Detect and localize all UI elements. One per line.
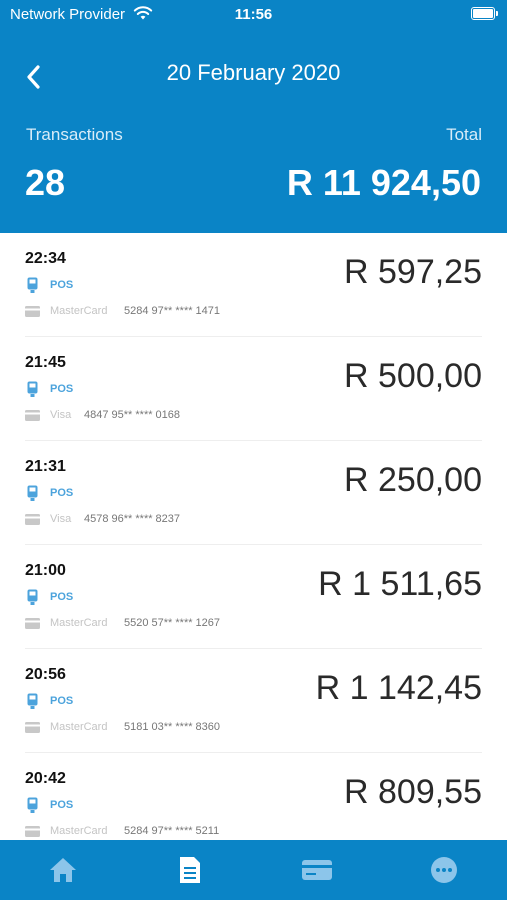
transaction-amount: R 1 142,45 (315, 669, 482, 707)
transaction-row[interactable]: 20:56 R 1 142,45 POS MasterCard 5181 03** **… (0, 649, 507, 753)
card-number: 5284 97** **** 1471 (124, 305, 221, 317)
status-clock: 11:56 (234, 6, 273, 23)
transaction-time: 20:42 (25, 770, 66, 787)
home-icon (50, 858, 76, 882)
total-label: Total (446, 125, 482, 144)
tab-cards[interactable] (254, 840, 380, 900)
transaction-amount: R 250,00 (344, 461, 482, 499)
pos-terminal-icon (27, 797, 38, 813)
transactions-label: Transactions (26, 125, 123, 144)
battery-icon (471, 7, 498, 20)
total-value: R 11 924,50 (286, 162, 481, 203)
pos-terminal-icon (27, 277, 38, 293)
tab-bar (0, 840, 507, 900)
card-icon (25, 306, 40, 317)
document-icon (180, 857, 200, 883)
transaction-channel: POS (50, 383, 74, 395)
card-brand: Visa (50, 409, 72, 421)
card-icon (25, 410, 40, 421)
status-bar: Network Provider 11:56 (0, 0, 507, 30)
page-title: 20 February 2020 (166, 60, 341, 85)
transaction-channel: POS (50, 487, 74, 499)
transaction-time: 21:31 (25, 458, 66, 475)
card-number: 4847 95** **** 0168 (84, 409, 181, 421)
card-icon (25, 514, 40, 525)
card-number: 5181 03** **** 8360 (124, 721, 221, 733)
card-brand: MasterCard (50, 825, 108, 837)
transaction-channel: POS (50, 695, 74, 707)
pos-terminal-icon (27, 589, 38, 605)
card-brand: MasterCard (50, 721, 108, 733)
transaction-time: 21:45 (25, 354, 66, 371)
transaction-list[interactable]: 22:34 R 597,25 POS MasterCard 5284 97** ****… (0, 233, 507, 840)
tab-home[interactable] (0, 840, 126, 900)
transactions-count: 28 (25, 162, 66, 203)
tab-documents[interactable] (127, 840, 253, 900)
transaction-channel: POS (50, 799, 74, 811)
transaction-amount: R 500,00 (344, 357, 482, 395)
transaction-time: 22:34 (25, 250, 66, 267)
tab-more[interactable] (381, 840, 507, 900)
transaction-amount: R 597,25 (344, 253, 482, 291)
card-icon (302, 860, 332, 880)
transaction-row[interactable]: 22:34 R 597,25 POS MasterCard 5284 97** ****… (0, 233, 507, 337)
transaction-amount: R 809,55 (344, 773, 482, 811)
card-icon (25, 826, 40, 837)
transaction-channel: POS (50, 279, 74, 291)
card-number: 4578 96** **** 8237 (84, 513, 181, 525)
transaction-row[interactable]: 21:00 R 1 511,65 POS MasterCard 5520 57** **… (0, 545, 507, 649)
card-number: 5520 57** **** 1267 (124, 617, 221, 629)
card-icon (25, 722, 40, 733)
card-number: 5284 97** **** 5211 (124, 825, 220, 837)
transaction-row[interactable]: 21:45 R 500,00 POS Visa 4847 95** **** 0168 (0, 337, 507, 441)
transaction-row[interactable]: 21:31 R 250,00 POS Visa 4578 96** **** 8237 (0, 441, 507, 545)
card-brand: MasterCard (50, 617, 108, 629)
transaction-channel: POS (50, 591, 74, 603)
card-brand: MasterCard (50, 305, 108, 317)
transaction-row[interactable]: 20:42 R 809,55 POS MasterCard 5284 97** ****… (0, 753, 507, 840)
pos-terminal-icon (27, 693, 38, 709)
transaction-time: 20:56 (25, 666, 66, 683)
card-icon (25, 618, 40, 629)
pos-terminal-icon (27, 381, 38, 397)
transaction-time: 21:00 (25, 562, 66, 579)
card-brand: Visa (50, 513, 72, 525)
pos-terminal-icon (27, 485, 38, 501)
header: Network Provider 11:56 20 February 2020 … (0, 0, 507, 233)
more-icon (431, 857, 457, 883)
transaction-amount: R 1 511,65 (318, 565, 482, 603)
